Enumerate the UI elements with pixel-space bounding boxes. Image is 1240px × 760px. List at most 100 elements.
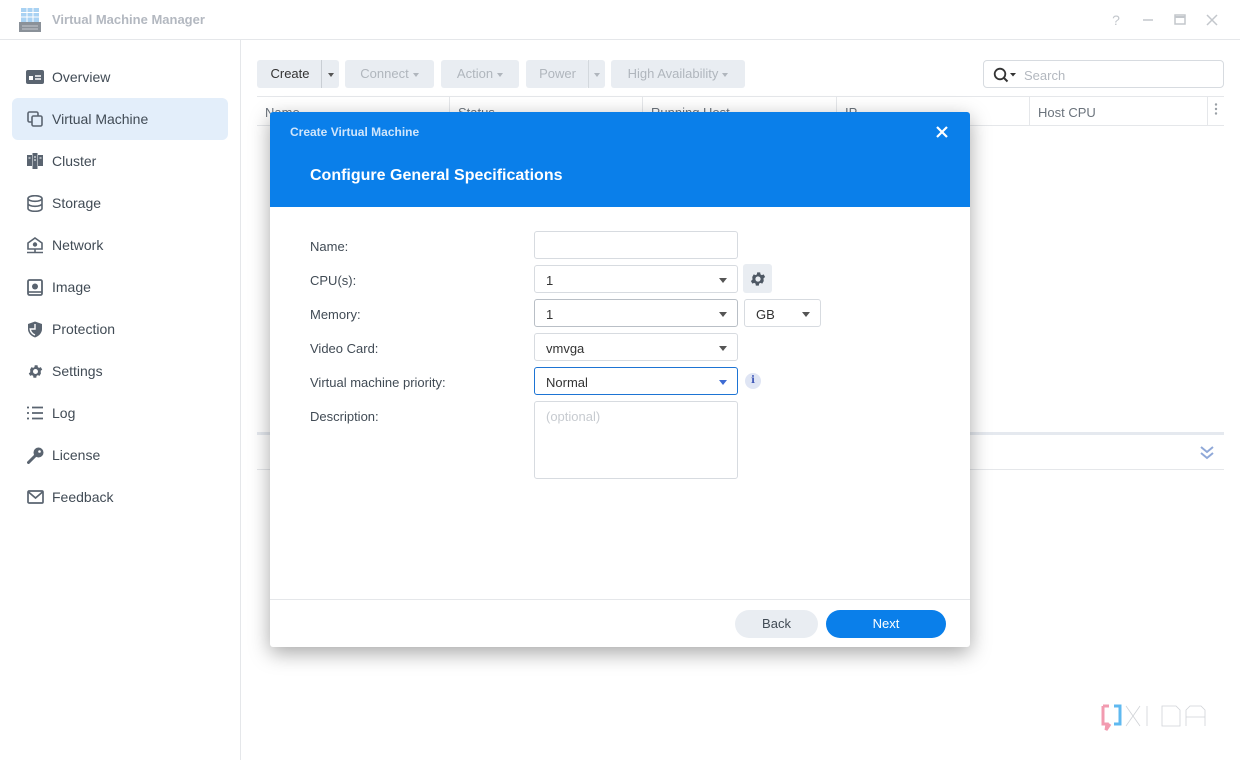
sidebar-item-image[interactable]: Image xyxy=(12,266,228,308)
more-vertical-icon xyxy=(1214,103,1218,115)
sidebar-item-label: Cluster xyxy=(52,153,97,169)
dropdown-arrow-icon xyxy=(802,312,810,317)
network-icon xyxy=(25,235,45,255)
memory-label: Memory: xyxy=(310,307,361,322)
description-textarea[interactable]: (optional) xyxy=(534,401,738,479)
high-availability-label: High Availability xyxy=(627,66,719,81)
mail-icon xyxy=(25,487,45,507)
dropdown-arrow-icon xyxy=(719,312,727,317)
power-dropdown-button[interactable] xyxy=(588,60,605,88)
wizard-title: Create Virtual Machine xyxy=(290,125,420,139)
video-card-select[interactable]: vmvga xyxy=(534,333,738,361)
sidebar-item-storage[interactable]: Storage xyxy=(12,182,228,224)
action-button[interactable]: Action xyxy=(441,60,519,88)
memory-unit-value: GB xyxy=(756,307,775,322)
app-logo-icon xyxy=(19,8,41,32)
sidebar-item-virtual-machine[interactable]: Virtual Machine xyxy=(12,98,228,140)
dialog-close-button[interactable] xyxy=(932,122,952,142)
sidebar-item-label: Overview xyxy=(52,69,111,85)
caret-down-icon xyxy=(497,72,504,77)
sidebar-item-label: Feedback xyxy=(52,489,114,505)
sidebar: Overview Virtual Machine Cluster Storage… xyxy=(0,40,241,760)
dropdown-arrow-icon xyxy=(719,278,727,283)
sidebar-item-cluster[interactable]: Cluster xyxy=(12,140,228,182)
priority-label: Virtual machine priority: xyxy=(310,375,446,390)
sidebar-item-log[interactable]: Log xyxy=(12,392,228,434)
sidebar-item-license[interactable]: License xyxy=(12,434,228,476)
expand-panel-icon[interactable] xyxy=(1198,444,1216,462)
dialog-header: Create Virtual Machine Configure General… xyxy=(270,112,970,207)
memory-unit-select[interactable]: GB xyxy=(744,299,821,327)
name-input[interactable] xyxy=(534,231,738,259)
step-title: Configure General Specifications xyxy=(310,167,563,184)
search-input[interactable]: Search xyxy=(983,60,1224,88)
dialog-footer: Back Next xyxy=(270,599,970,647)
title-bar: Virtual Machine Manager ? xyxy=(0,0,1240,40)
create-label: Create xyxy=(270,66,310,81)
dropdown-arrow-icon xyxy=(719,346,727,351)
cluster-icon xyxy=(25,151,45,171)
create-vm-dialog: Create Virtual Machine Configure General… xyxy=(270,112,970,647)
shield-icon xyxy=(25,319,45,339)
maximize-icon xyxy=(1174,14,1186,25)
caret-down-icon xyxy=(412,72,419,77)
column-options-button[interactable] xyxy=(1208,97,1224,126)
video-card-label: Video Card: xyxy=(310,341,379,356)
description-label: Description: xyxy=(310,409,379,424)
dropdown-arrow-icon xyxy=(719,380,727,385)
caret-down-icon xyxy=(722,72,729,77)
close-window-button[interactable] xyxy=(1202,10,1222,30)
create-button[interactable]: Create xyxy=(257,60,323,88)
overview-icon xyxy=(25,67,45,87)
cpu-settings-button[interactable] xyxy=(743,264,772,293)
action-label: Action xyxy=(456,66,494,81)
column-header-host-cpu[interactable]: Host CPU xyxy=(1030,97,1208,126)
back-button[interactable]: Back xyxy=(735,610,818,638)
xda-watermark xyxy=(1100,700,1220,736)
priority-value: Normal xyxy=(546,375,588,390)
gear-icon xyxy=(750,271,765,286)
video-card-value: vmvga xyxy=(546,341,585,356)
sidebar-item-protection[interactable]: Protection xyxy=(12,308,228,350)
sidebar-item-label: Log xyxy=(52,405,76,421)
storage-icon xyxy=(25,193,45,213)
memory-select[interactable]: 1 xyxy=(534,299,738,327)
caret-down-icon xyxy=(594,72,600,77)
minimize-button[interactable] xyxy=(1138,10,1158,30)
maximize-button[interactable] xyxy=(1170,10,1190,30)
info-icon[interactable]: i xyxy=(745,373,761,389)
cpu-select[interactable]: 1 xyxy=(534,265,738,293)
minimize-icon xyxy=(1143,19,1153,21)
power-button[interactable]: Power xyxy=(526,60,589,88)
sidebar-item-label: Network xyxy=(52,237,104,253)
connect-label: Connect xyxy=(360,66,409,81)
cpu-value: 1 xyxy=(546,273,554,288)
sidebar-item-feedback[interactable]: Feedback xyxy=(12,476,228,518)
sidebar-item-network[interactable]: Network xyxy=(12,224,228,266)
sidebar-item-label: License xyxy=(52,447,101,463)
memory-value: 1 xyxy=(546,307,554,322)
sidebar-item-overview[interactable]: Overview xyxy=(12,56,228,98)
column-label: Host CPU xyxy=(1038,105,1096,120)
caret-down-icon xyxy=(327,72,334,77)
sidebar-item-label: Protection xyxy=(52,321,116,337)
search-icon[interactable] xyxy=(993,67,1019,83)
create-dropdown-button[interactable] xyxy=(321,60,339,88)
priority-select[interactable]: Normal xyxy=(534,367,738,395)
description-placeholder: (optional) xyxy=(546,409,601,424)
cpu-label: CPU(s): xyxy=(310,273,357,288)
search-placeholder: Search xyxy=(1024,68,1066,83)
sidebar-item-label: Virtual Machine xyxy=(52,111,149,127)
next-button[interactable]: Next xyxy=(826,610,946,638)
name-label: Name: xyxy=(310,239,349,254)
high-availability-button[interactable]: High Availability xyxy=(611,60,745,88)
virtual-machine-icon xyxy=(25,109,45,129)
sidebar-item-settings[interactable]: Settings xyxy=(12,350,228,392)
list-icon xyxy=(25,403,45,423)
help-button[interactable]: ? xyxy=(1106,10,1126,30)
power-label: Power xyxy=(539,66,576,81)
gear-icon xyxy=(25,361,45,381)
help-icon: ? xyxy=(1112,12,1120,28)
close-icon xyxy=(1206,14,1218,26)
connect-button[interactable]: Connect xyxy=(345,60,434,88)
